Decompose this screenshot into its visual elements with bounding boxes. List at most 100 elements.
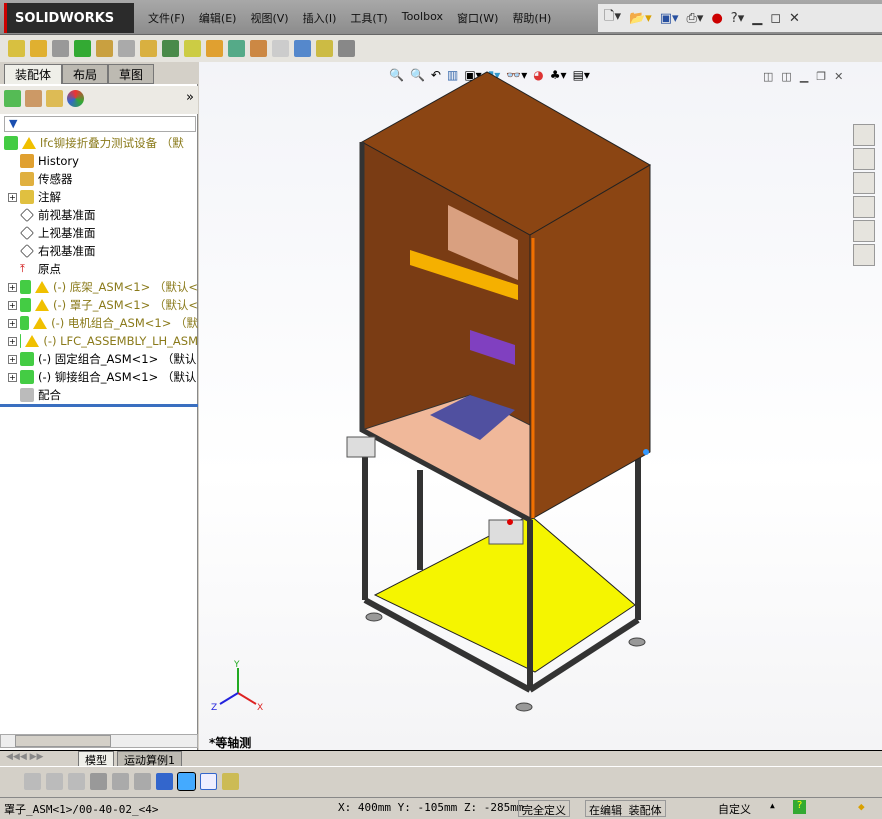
expand-toggle[interactable]: +: [8, 282, 17, 292]
axis-icon[interactable]: [156, 773, 173, 790]
menu-edit[interactable]: 编辑(E): [199, 10, 237, 26]
menu-insert[interactable]: 插入(I): [303, 10, 337, 26]
expand-chevron-icon[interactable]: »: [186, 90, 194, 110]
tree-item-label: (-) 罩子_ASM<1> （默认<: [53, 298, 198, 312]
asm-icon: [20, 352, 34, 366]
report-icon[interactable]: [222, 773, 239, 790]
table-icon[interactable]: [200, 773, 217, 790]
new-file-icon[interactable]: 🗋▾: [604, 7, 621, 29]
calculate-icon[interactable]: [24, 773, 41, 790]
interference-detection-icon[interactable]: [294, 40, 311, 57]
tree-root[interactable]: lfc铆接折叠力测试设备 （默: [0, 134, 198, 152]
view-palette-icon[interactable]: [853, 196, 875, 218]
tree-item[interactable]: 传感器: [0, 170, 198, 188]
feature-manager-icon[interactable]: [4, 90, 21, 107]
animation-wizard-icon[interactable]: [68, 773, 85, 790]
horizontal-scrollbar[interactable]: [0, 734, 198, 748]
menu-window[interactable]: 窗口(W): [457, 10, 498, 26]
exploded-view-icon[interactable]: [250, 40, 267, 57]
tree-item[interactable]: + 注解: [0, 188, 198, 206]
new-part-icon[interactable]: [30, 40, 47, 57]
bill-of-materials-icon[interactable]: [228, 40, 245, 57]
grid-list-icon[interactable]: [112, 773, 129, 790]
key-icon[interactable]: [134, 773, 151, 790]
expand-toggle[interactable]: +: [8, 300, 17, 310]
tag-icon[interactable]: ◆: [858, 800, 865, 813]
tree-item[interactable]: 右视基准面: [0, 242, 198, 260]
file-explorer-icon[interactable]: [853, 172, 875, 194]
assembly-features-icon[interactable]: [162, 40, 179, 57]
tree-item[interactable]: ⤒ 原点: [0, 260, 198, 278]
menu-toolbox[interactable]: Toolbox: [402, 10, 443, 26]
solidworks-resources-icon[interactable]: [853, 124, 875, 146]
menu-file[interactable]: 文件(F): [148, 10, 185, 26]
unit-system[interactable]: 自定义: [718, 801, 751, 817]
clearance-icon[interactable]: [316, 40, 333, 57]
graphics-viewport[interactable]: 🔍 🔍 ↶ ▥ ▣▾ ▮▾ 👓▾ ◕ ♣▾ ▤▾ ◫ ◫ ▁ ❐ ✕ Y X Z…: [199, 62, 882, 750]
rollback-bar[interactable]: [0, 404, 198, 407]
assembly-toolbar: [0, 35, 882, 62]
show-hidden-icon[interactable]: [140, 40, 157, 57]
filter-input[interactable]: ▼: [4, 116, 196, 132]
move-component-icon[interactable]: [118, 40, 135, 57]
print-icon[interactable]: ⎙▾: [687, 11, 704, 26]
task-pane-tabs: [853, 124, 879, 272]
tree-item[interactable]: 配合: [0, 386, 198, 404]
help-status-icon[interactable]: ?: [793, 800, 806, 814]
assembly-model[interactable]: Y X Z: [199, 62, 882, 750]
expand-toggle[interactable]: +: [8, 372, 17, 382]
plane-icon: [20, 208, 34, 222]
tree-item[interactable]: + (-) 铆接组合_ASM<1> （默认: [0, 368, 198, 386]
expand-toggle[interactable]: +: [8, 318, 17, 328]
isometric-view-icon[interactable]: [177, 772, 196, 791]
insert-component-icon[interactable]: [8, 40, 25, 57]
configuration-manager-icon[interactable]: [46, 90, 63, 107]
tab-sketch[interactable]: 草图: [108, 64, 155, 84]
mate-icon[interactable]: [52, 40, 69, 57]
tree-item[interactable]: + (-) 电机组合_ASM<1> （默: [0, 314, 198, 332]
linear-pattern-icon[interactable]: [74, 40, 91, 57]
help-icon[interactable]: ?▾: [731, 11, 744, 26]
asm-icon: [19, 316, 30, 330]
tab-assembly[interactable]: 装配体: [4, 64, 63, 84]
tree-item[interactable]: 上视基准面: [0, 224, 198, 242]
traffic-light-icon[interactable]: ●: [711, 11, 722, 26]
display-manager-icon[interactable]: [67, 90, 84, 107]
appearances-icon[interactable]: [853, 220, 875, 242]
definition-status: 完全定义: [518, 800, 570, 817]
tab-layout[interactable]: 布局: [62, 64, 109, 84]
menu-help[interactable]: 帮助(H): [512, 10, 551, 26]
tab-scroll-arrows[interactable]: ◀◀◀ ▶▶: [6, 752, 43, 762]
expand-toggle[interactable]: +: [8, 192, 17, 202]
menu-tools[interactable]: 工具(T): [350, 10, 387, 26]
property-manager-icon[interactable]: [25, 90, 42, 107]
warning-icon: [22, 137, 36, 149]
new-motion-study-icon[interactable]: [206, 40, 223, 57]
tree-item[interactable]: + (-) LFC_ASSEMBLY_LH_ASM: [0, 332, 198, 350]
list-icon[interactable]: [90, 773, 107, 790]
restore-button[interactable]: ◻: [770, 11, 781, 26]
custom-properties-icon[interactable]: [853, 244, 875, 266]
design-library-icon[interactable]: [853, 148, 875, 170]
explode-line-icon[interactable]: [272, 40, 289, 57]
solidworks-logo: SOLIDWORKS: [4, 3, 134, 33]
tree-item[interactable]: History: [0, 152, 198, 170]
minimize-button[interactable]: ▁: [752, 11, 762, 26]
play-icon[interactable]: [46, 773, 63, 790]
unit-up-arrow-icon[interactable]: ▲: [770, 801, 775, 810]
expand-toggle[interactable]: +: [8, 336, 17, 346]
assembly-icon: [4, 136, 18, 150]
save-icon[interactable]: ▣▾: [660, 11, 679, 26]
expand-toggle[interactable]: +: [8, 354, 17, 364]
menu-view[interactable]: 视图(V): [250, 10, 288, 26]
performance-evaluation-icon[interactable]: [338, 40, 355, 57]
tree-item[interactable]: + (-) 固定组合_ASM<1> （默认: [0, 350, 198, 368]
tree-item[interactable]: + (-) 底架_ASM<1> （默认<: [0, 278, 198, 296]
tree-item[interactable]: + (-) 罩子_ASM<1> （默认<: [0, 296, 198, 314]
smart-fasteners-icon[interactable]: [96, 40, 113, 57]
reference-geometry-icon[interactable]: [184, 40, 201, 57]
tree-item[interactable]: 前视基准面: [0, 206, 198, 224]
close-button[interactable]: ✕: [789, 11, 800, 26]
open-folder-icon[interactable]: 📂▾: [629, 11, 652, 26]
tree-item-label: 配合: [38, 388, 61, 402]
